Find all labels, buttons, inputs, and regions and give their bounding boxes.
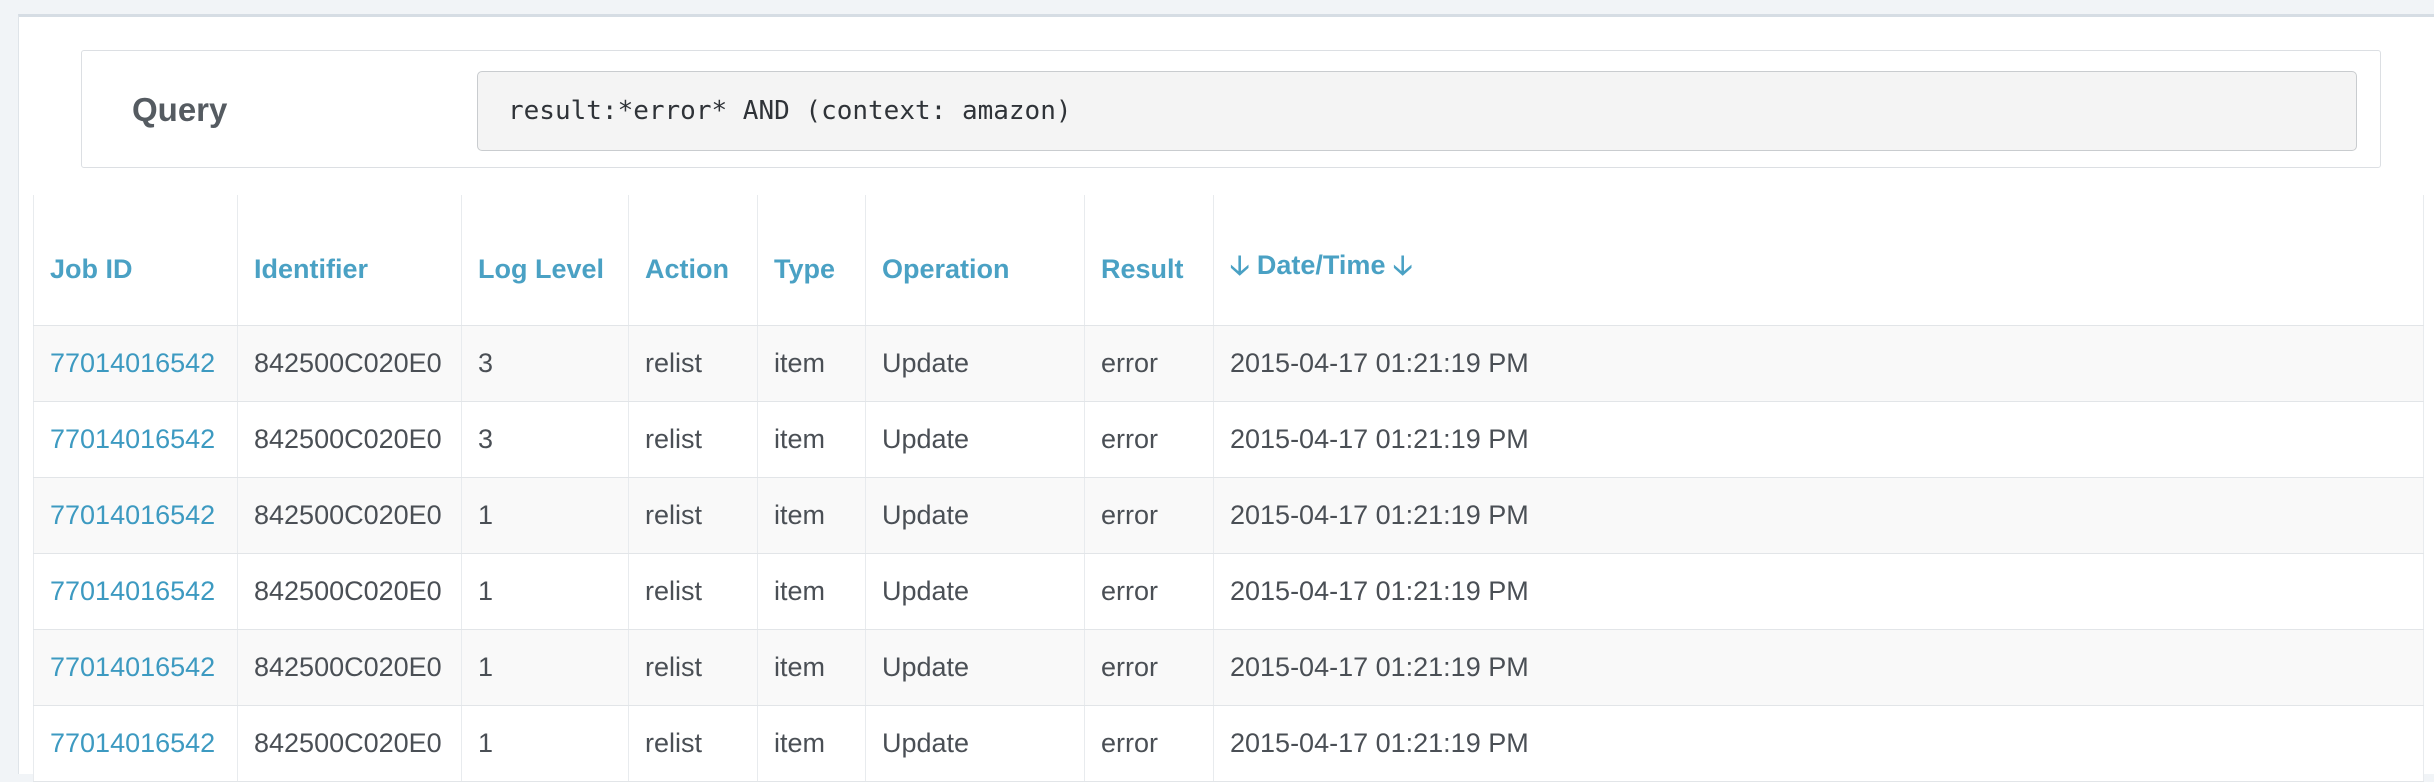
identifier-cell: 842500C020E0 [237, 705, 462, 782]
table-row: 77014016542 842500C020E0 3 relist item Update… [33, 401, 2424, 478]
query-input[interactable]: result:*error* AND (context: amazon) [477, 71, 2357, 151]
log-level-cell: 1 [461, 553, 629, 630]
job-id-link[interactable]: 77014016542 [33, 325, 238, 402]
identifier-cell: 842500C020E0 [237, 629, 462, 706]
job-id-link[interactable]: 77014016542 [33, 553, 238, 630]
job-id-link[interactable]: 77014016542 [33, 705, 238, 782]
type-cell: item [757, 553, 866, 630]
type-cell: item [757, 629, 866, 706]
identifier-cell: 842500C020E0 [237, 477, 462, 554]
column-header-date-time[interactable]: 🡣 Date/Time 🡣 [1213, 195, 2424, 326]
job-id-link[interactable]: 77014016542 [33, 629, 238, 706]
datetime-cell: 2015-04-17 01:21:19 PM [1213, 705, 2424, 782]
column-header-date-time-label: Date/Time [1256, 250, 1386, 280]
action-cell: relist [628, 553, 758, 630]
type-cell: item [757, 401, 866, 478]
table-row: 77014016542 842500C020E0 1 relist item Update… [33, 553, 2424, 630]
type-cell: item [757, 705, 866, 782]
job-id-link[interactable]: 77014016542 [33, 401, 238, 478]
result-cell: error [1084, 325, 1214, 402]
arrow-down-icon: 🡣 [1392, 250, 1413, 280]
log-level-cell: 1 [461, 629, 629, 706]
table-header-row: Job ID Identifier Log Level Action Type … [33, 195, 2424, 326]
datetime-cell: 2015-04-17 01:21:19 PM [1213, 325, 2424, 402]
type-cell: item [757, 477, 866, 554]
table-row: 77014016542 842500C020E0 1 relist item Update… [33, 477, 2424, 554]
action-cell: relist [628, 401, 758, 478]
result-cell: error [1084, 477, 1214, 554]
column-header-job-id[interactable]: Job ID [33, 195, 238, 326]
column-header-result[interactable]: Result [1084, 195, 1214, 326]
job-id-link[interactable]: 77014016542 [33, 477, 238, 554]
operation-cell: Update [865, 325, 1085, 402]
arrow-down-icon: 🡣 [1230, 250, 1250, 280]
result-cell: error [1084, 553, 1214, 630]
datetime-cell: 2015-04-17 01:21:19 PM [1213, 401, 2424, 478]
datetime-cell: 2015-04-17 01:21:19 PM [1213, 553, 2424, 630]
table-row: 77014016542 842500C020E0 3 relist item Update… [33, 325, 2424, 402]
action-cell: relist [628, 477, 758, 554]
log-level-cell: 1 [461, 477, 629, 554]
operation-cell: Update [865, 477, 1085, 554]
operation-cell: Update [865, 553, 1085, 630]
identifier-cell: 842500C020E0 [237, 401, 462, 478]
action-cell: relist [628, 325, 758, 402]
operation-cell: Update [865, 401, 1085, 478]
log-table: Job ID Identifier Log Level Action Type … [33, 195, 2424, 782]
column-header-operation[interactable]: Operation [865, 195, 1085, 326]
column-header-identifier[interactable]: Identifier [237, 195, 462, 326]
action-cell: relist [628, 629, 758, 706]
datetime-cell: 2015-04-17 01:21:19 PM [1213, 629, 2424, 706]
table-row: 77014016542 842500C020E0 1 relist item Update… [33, 629, 2424, 706]
column-header-type[interactable]: Type [757, 195, 866, 326]
identifier-cell: 842500C020E0 [237, 325, 462, 402]
operation-cell: Update [865, 629, 1085, 706]
log-level-cell: 3 [461, 401, 629, 478]
log-level-cell: 3 [461, 325, 629, 402]
result-cell: error [1084, 705, 1214, 782]
log-level-cell: 1 [461, 705, 629, 782]
type-cell: item [757, 325, 866, 402]
table-row: 77014016542 842500C020E0 1 relist item Update… [33, 705, 2424, 782]
identifier-cell: 842500C020E0 [237, 553, 462, 630]
operation-cell: Update [865, 705, 1085, 782]
datetime-cell: 2015-04-17 01:21:19 PM [1213, 477, 2424, 554]
column-header-action[interactable]: Action [628, 195, 758, 326]
query-form: Query result:*error* AND (context: amazo… [81, 50, 2381, 168]
result-cell: error [1084, 401, 1214, 478]
query-label: Query [132, 91, 228, 128]
column-header-log-level[interactable]: Log Level [461, 195, 629, 326]
result-cell: error [1084, 629, 1214, 706]
action-cell: relist [628, 705, 758, 782]
